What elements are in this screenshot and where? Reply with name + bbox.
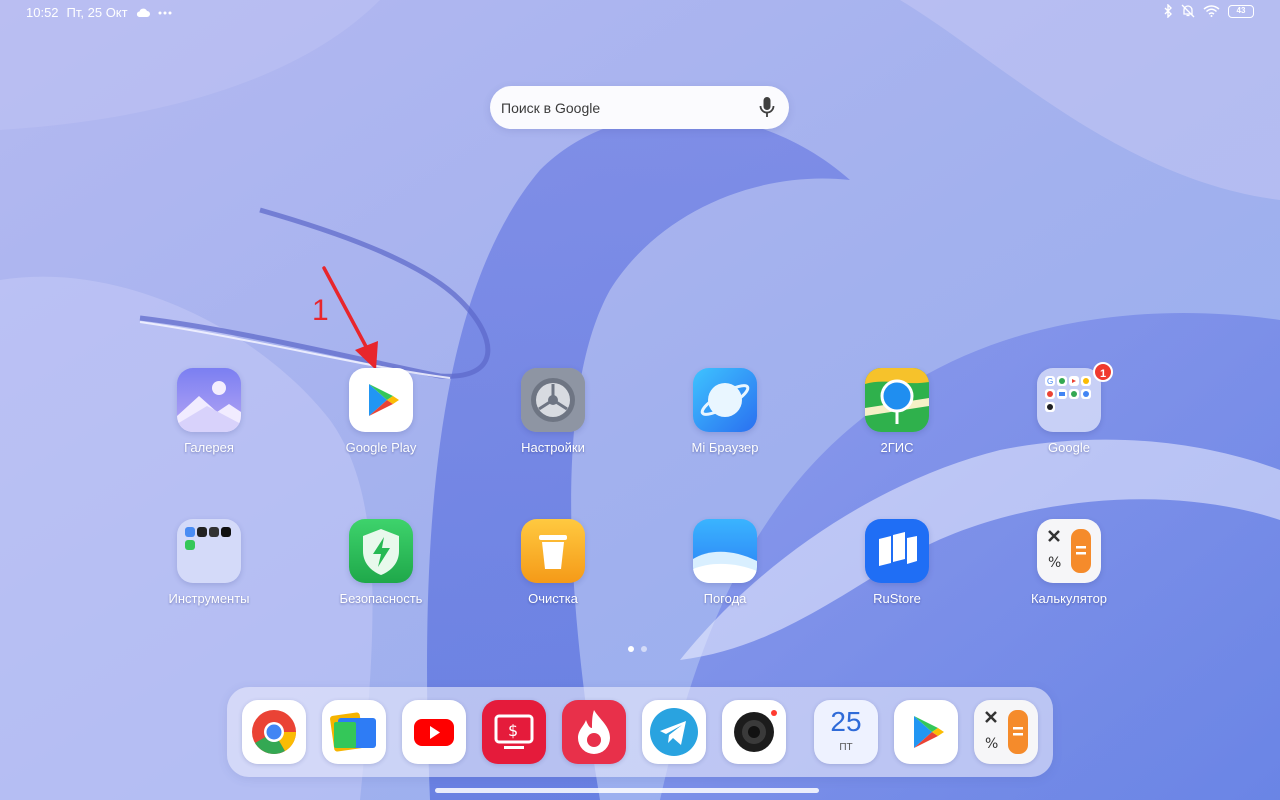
tv-pay-icon[interactable]: $	[482, 700, 546, 764]
app-settings[interactable]: Настройки	[478, 368, 628, 468]
calculator-icon[interactable]: %	[974, 700, 1038, 764]
status-time: 10:52	[26, 5, 59, 20]
app-weather[interactable]: Погода	[650, 519, 800, 619]
folder-tools[interactable]: Инструменты	[134, 519, 284, 619]
mi-browser-icon	[693, 368, 757, 432]
svg-text:%: %	[985, 736, 998, 752]
google-play-icon[interactable]	[894, 700, 958, 764]
page-dot-active[interactable]	[628, 646, 634, 652]
mute-bell-icon	[1181, 4, 1195, 18]
app-2gis[interactable]: 2ГИС	[822, 368, 972, 468]
wifi-icon	[1203, 5, 1220, 17]
status-bar: 10:52 Пт, 25 Окт 43	[0, 0, 1280, 26]
telegram-icon[interactable]	[642, 700, 706, 764]
2gis-icon	[865, 368, 929, 432]
calendar-day: 25	[830, 706, 862, 737]
gallery-icon	[177, 368, 241, 432]
security-label: Безопасность	[339, 591, 423, 606]
shield-icon	[349, 519, 413, 583]
settings-label: Настройки	[521, 440, 585, 455]
status-left: 10:52 Пт, 25 Окт	[26, 5, 172, 20]
settings-gear-icon	[521, 368, 585, 432]
svg-text:G: G	[1047, 377, 1053, 386]
camera-icon[interactable]	[722, 700, 786, 764]
app-calculator[interactable]: % Калькулятор	[994, 519, 1144, 619]
page-indicator	[628, 646, 647, 652]
calculator-label: Калькулятор	[1030, 591, 1108, 606]
tools-label: Инструменты	[168, 591, 250, 606]
weather-icon	[693, 519, 757, 583]
app-gallery[interactable]: Галерея	[134, 368, 284, 468]
trash-icon	[521, 519, 585, 583]
notification-badge: 1	[1093, 362, 1113, 382]
search-placeholder: Поиск в Google	[501, 100, 601, 116]
bluetooth-icon	[1164, 4, 1172, 18]
app-security[interactable]: Безопасность	[306, 519, 456, 619]
app-google-play[interactable]: Google Play	[306, 368, 456, 468]
annotation-arrow	[322, 266, 378, 370]
cloud-icon	[136, 8, 150, 17]
google-search-bar[interactable]: Поиск в Google	[490, 86, 789, 129]
gallery-label: Галерея	[184, 440, 234, 455]
app-rustore[interactable]: RuStore	[822, 519, 972, 619]
svg-text:$: $	[508, 721, 518, 740]
google-play-label: Google Play	[345, 440, 417, 455]
folder-google[interactable]: G 1 Google	[994, 362, 1144, 468]
google-folder-label: Google	[1048, 440, 1090, 455]
calculator-icon: %	[1037, 519, 1101, 583]
dock: $ 25 ПТ %	[227, 687, 1053, 777]
cleaner-label: Очистка	[528, 591, 578, 606]
youtube-icon[interactable]	[402, 700, 466, 764]
rustore-label: RuStore	[873, 591, 921, 606]
home-indicator[interactable]	[435, 788, 819, 793]
flame-app-icon[interactable]	[562, 700, 626, 764]
rustore-icon	[865, 519, 929, 583]
app-mi-browser[interactable]: Mi Браузер	[650, 368, 800, 468]
calendar-icon[interactable]: 25 ПТ	[814, 700, 878, 764]
chrome-icon[interactable]	[242, 700, 306, 764]
status-date: Пт, 25 Окт	[66, 5, 128, 20]
more-dots-icon	[158, 11, 172, 14]
folder-icon	[177, 519, 241, 583]
google-play-icon	[349, 368, 413, 432]
mi-browser-label: Mi Браузер	[691, 440, 759, 455]
weather-label: Погода	[703, 591, 747, 606]
mic-icon[interactable]	[759, 96, 775, 119]
app-cleaner[interactable]: Очистка	[478, 519, 628, 619]
page-dot[interactable]	[641, 646, 647, 652]
folder-icon: G	[1037, 368, 1101, 432]
files-icon[interactable]	[322, 700, 386, 764]
status-right: 43	[1164, 4, 1254, 18]
svg-text:%: %	[1048, 555, 1061, 571]
calendar-weekday: ПТ	[839, 742, 853, 753]
battery-icon: 43	[1228, 4, 1254, 18]
2gis-label: 2ГИС	[880, 440, 914, 455]
